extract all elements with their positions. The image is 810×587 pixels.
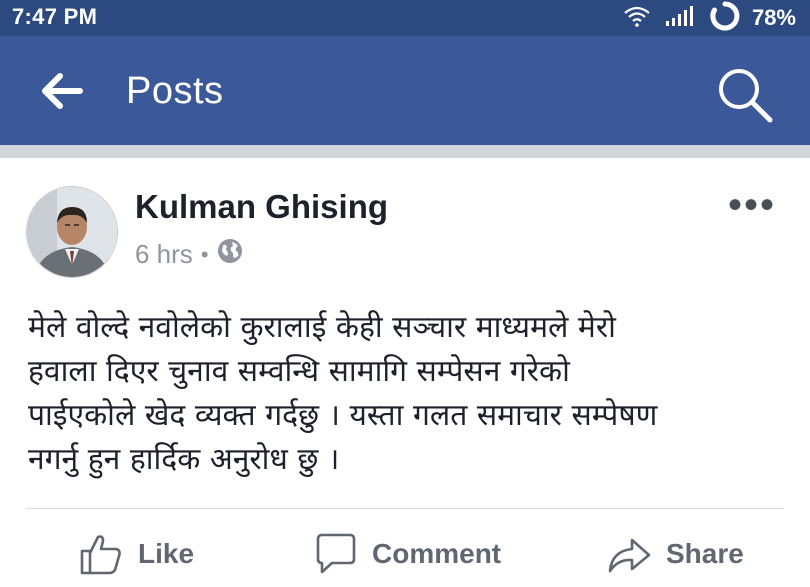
post-time[interactable]: 6 hrs (135, 239, 193, 270)
post-meta: 6 hrs • (135, 238, 243, 271)
status-bar: 7:47 PM 78% (0, 0, 810, 36)
like-label: Like (138, 538, 195, 569)
post-text-line: नगर्नु हुन हार्दिक अनुरोध छु । (28, 442, 340, 477)
post-card: Kulman Ghising 6 hrs • ••• मेले वोल्दे न… (0, 158, 810, 587)
page-title: Posts (126, 70, 224, 112)
back-arrow-icon[interactable] (36, 68, 86, 114)
signal-icon (664, 4, 698, 33)
author-name[interactable]: Kulman Ghising (135, 188, 388, 226)
avatar[interactable] (26, 186, 118, 278)
battery-level: 78% (751, 5, 796, 30)
share-button[interactable]: Share (606, 528, 744, 580)
feed-divider (0, 145, 810, 158)
action-divider (26, 508, 784, 509)
status-time: 7:47 PM (12, 4, 98, 29)
comment-label: Comment (372, 538, 502, 569)
app-bar: Posts (0, 36, 810, 145)
sync-icon (710, 1, 740, 36)
post-text-line: मेले वोल्दे नवोलेको कुरालाई केही सञ्चार … (28, 310, 616, 345)
comment-button[interactable]: Comment (312, 528, 501, 580)
globe-icon (217, 238, 243, 271)
post-text-line: पाईएकोले खेद व्यक्त गर्दछु । यस्ता गलत स… (28, 398, 658, 433)
thumbs-up-icon (78, 531, 124, 577)
post-text: मेले वोल्दे नवोलेको कुरालाई केही सञ्चार … (28, 306, 788, 482)
share-label: Share (666, 538, 744, 569)
wifi-icon (622, 4, 652, 33)
meta-separator: • (200, 241, 209, 267)
post-text-line: हवाला दिएर चुनाव सम्वन्धि सामागि सम्पेसन… (28, 354, 570, 389)
share-arrow-icon (606, 531, 652, 577)
search-icon[interactable] (714, 64, 776, 126)
status-icons: 78% (622, 1, 796, 36)
like-button[interactable]: Like (78, 528, 194, 580)
more-options-icon[interactable]: ••• (728, 185, 776, 225)
comment-icon (312, 531, 358, 577)
